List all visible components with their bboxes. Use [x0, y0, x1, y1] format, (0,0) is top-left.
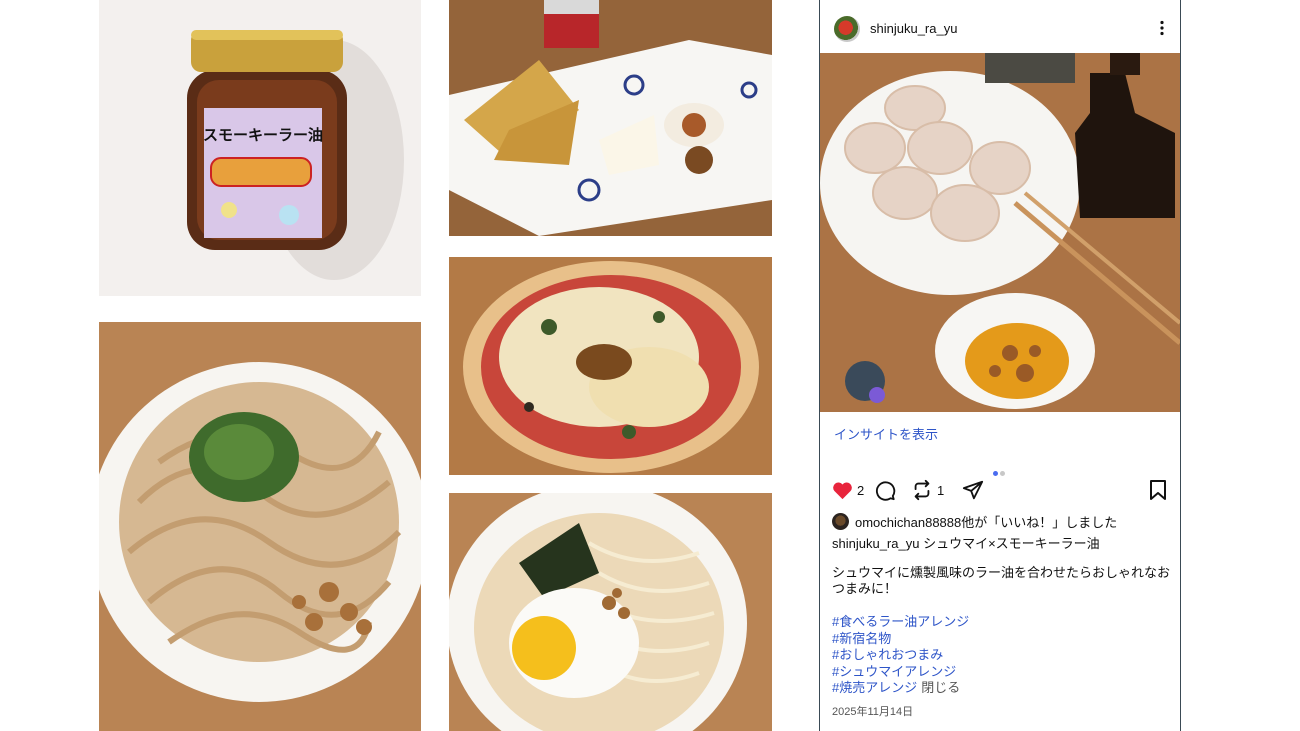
comment-button[interactable] [874, 478, 896, 502]
repost-button[interactable]: 1 [911, 478, 944, 502]
caption-author[interactable]: shinjuku_ra_yu [832, 536, 919, 551]
bookmark-icon [1150, 480, 1166, 500]
caption-body: シュウマイに燻製風味のラー油を合わせたらおしゃれなおつまみに！ [832, 565, 1171, 596]
post-actions: 2 1 [832, 478, 1168, 502]
photo-cheese-plate [449, 0, 772, 236]
caption-title: シュウマイ×スモーキーラー油 [923, 536, 1100, 551]
more-vertical-icon[interactable] [1156, 20, 1168, 36]
like-count: 2 [857, 482, 865, 498]
heart-icon [833, 481, 852, 499]
post-date: 2025年11月14日 [832, 706, 914, 718]
liker-avatar[interactable] [832, 513, 849, 530]
close-caption-link[interactable]: 閉じる [921, 680, 960, 695]
photo-pizza [449, 257, 772, 475]
caption-header: shinjuku_ra_yu シュウマイ×スモーキーラー油 [832, 533, 1172, 552]
view-insights-link[interactable]: インサイトを表示 [834, 424, 938, 443]
jar-label-text: スモーキーラー油 [203, 126, 323, 144]
instagram-post: shinjuku_ra_yu インサイトを表示 2 1 omochichan88… [819, 0, 1181, 731]
jar-label: スモーキーラー油 [203, 108, 323, 238]
like-button[interactable]: 2 [832, 478, 864, 502]
hashtag[interactable]: #おしゃれおつまみ [832, 647, 1172, 664]
avatar[interactable] [834, 16, 860, 42]
post-image-shumai[interactable] [820, 53, 1180, 412]
carousel-dot-active [993, 471, 998, 476]
carousel-dot [1000, 471, 1005, 476]
liked-by-text: omochichan88888他が「いいね！」しました [855, 515, 1118, 530]
repost-icon [914, 479, 930, 501]
hashtag[interactable]: #新宿名物 [832, 631, 1172, 648]
photo-noodles [99, 322, 421, 731]
share-icon [962, 480, 984, 500]
photo-ramen [449, 493, 772, 731]
post-username[interactable]: shinjuku_ra_yu [870, 21, 957, 36]
post-header: shinjuku_ra_yu [820, 0, 1180, 53]
liked-by-line[interactable]: omochichan88888他が「いいね！」しました [832, 512, 1172, 531]
share-button[interactable] [962, 478, 984, 502]
hashtag[interactable]: #食べるラー油アレンジ [832, 614, 1172, 631]
save-button[interactable] [1149, 478, 1167, 502]
hashtag-list: #食べるラー油アレンジ #新宿名物 #おしゃれおつまみ #シュウマイアレンジ #… [832, 614, 1172, 697]
hashtag[interactable]: #焼売アレンジ [832, 680, 917, 695]
photo-rayu-jar: スモーキーラー油 [99, 0, 421, 296]
comment-icon [876, 481, 896, 501]
hashtag[interactable]: #シュウマイアレンジ [832, 664, 1172, 681]
repost-count: 1 [937, 482, 945, 498]
